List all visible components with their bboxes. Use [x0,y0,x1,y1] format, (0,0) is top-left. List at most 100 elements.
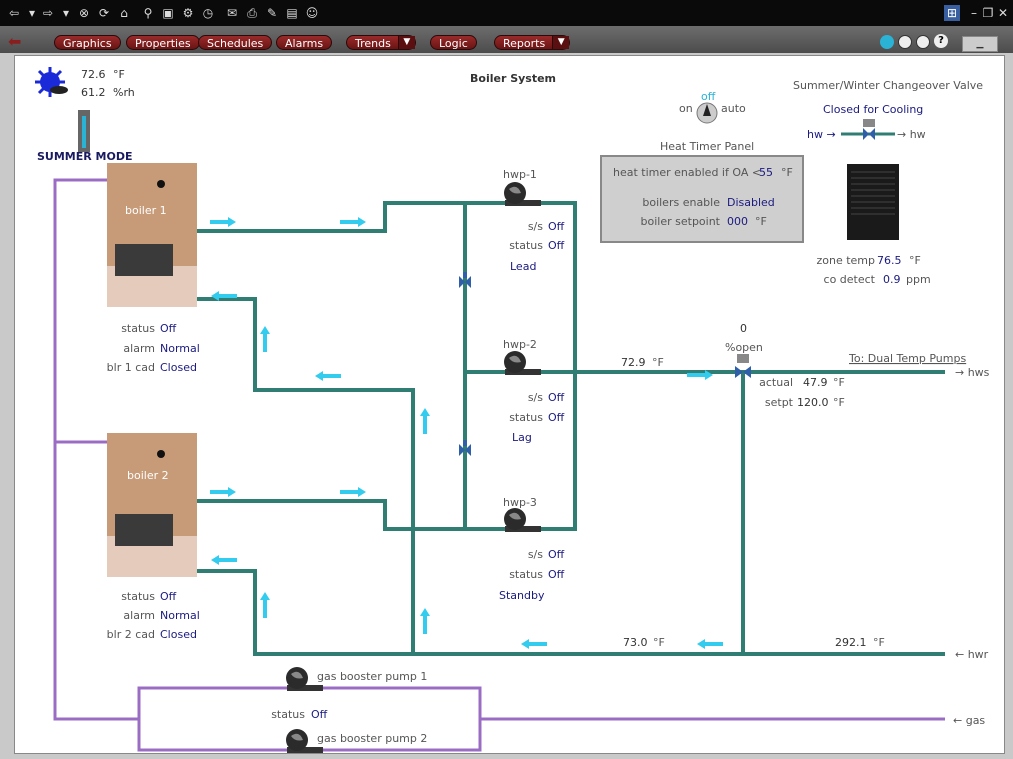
boiler-1-alarm-value: Normal [160,342,200,355]
pump-2-status-label: status [509,411,543,424]
switch-state-label: off [701,90,716,103]
messenger-icon[interactable]: ☺ [304,5,320,21]
trends-button[interactable]: Trends ▼ [346,35,416,50]
logic-button[interactable]: Logic [430,35,477,50]
back-arrow-icon[interactable]: ⬅ [8,34,21,50]
forward-icon[interactable]: ⇨ [40,5,56,21]
outside-temp-value: 72.6 [81,68,106,81]
hot-water-pipes [195,201,945,656]
restore-icon[interactable]: ❐ [980,5,996,21]
graphics-button[interactable]: Graphics [54,35,121,50]
supply-temp-unit: °F [652,356,664,369]
co-detect-label: co detect [824,273,876,286]
boiler-1-cad-label: blr 1 cad [107,361,155,374]
reports-button[interactable]: Reports ▼ [494,35,571,50]
heat-timer-enabled-unit: °F [781,166,793,179]
gas-pump-2-label: gas booster pump 2 [317,732,427,745]
dropdown-icon[interactable]: ▾ [58,5,74,21]
return-temp2-unit: °F [873,636,885,649]
navigation-bar: ⬅ Graphics Properties Schedules Alarms T… [0,26,1013,53]
mix-valve-actual-value: 47.9 [803,376,828,389]
pump-3-ss-value: Off [548,548,565,561]
pump-1-name: hwp-1 [503,168,537,181]
pump-hwp-3[interactable] [504,508,541,532]
print-icon[interactable]: ⎙ [244,5,260,21]
pump-3-ss-label: s/s [528,548,543,561]
search-icon[interactable]: ⚲ [140,5,156,21]
chevron-down-icon[interactable]: ▼ [397,36,415,49]
switch-on-label: on [679,102,693,115]
pump-hwp-1[interactable] [504,182,541,206]
properties-button[interactable]: Properties [126,35,200,50]
mix-valve-setpt-label: setpt [765,396,794,409]
pump-1-role: Lead [510,260,536,273]
boiler-2-cad-label: blr 2 cad [107,628,155,641]
dropdown-icon[interactable]: ▾ [24,5,40,21]
home-icon[interactable]: ⌂ [116,5,132,21]
print-icon[interactable] [898,35,912,49]
boiler-2-status-value: Off [160,590,177,603]
zone-temp-value: 76.5 [877,254,902,267]
outside-rh-unit: %rh [113,86,135,99]
alarms-button[interactable]: Alarms [276,35,333,50]
pump-hwp-2[interactable] [504,351,541,375]
heat-timer-enabled-label: heat timer enabled if OA < [613,166,761,179]
pump-2-name: hwp-2 [503,338,537,351]
mix-valve-open-label: %open [725,341,763,354]
hws-label: → hws [955,366,990,379]
boiler-2-status-label: status [121,590,155,603]
boiler-2-cad-value: Closed [160,628,197,641]
pump-1-status-label: status [509,239,543,252]
mix-valve-actual-unit: °F [833,376,845,389]
boiler-2[interactable]: boiler 2 [107,433,197,577]
heat-timer-switch[interactable] [696,102,718,124]
boiler-1-status-value: Off [160,322,177,335]
boiler-setpoint-value[interactable]: 000 [727,215,748,228]
gas-pump-status-label: status [271,708,305,721]
boiler-1[interactable]: boiler 1 [107,163,197,307]
changeover-title: Summer/Winter Changeover Valve [793,79,983,92]
settings-icon[interactable] [916,35,930,49]
boiler-setpoint-label: boiler setpoint [641,215,721,228]
back-icon[interactable]: ⇦ [6,5,22,21]
history-icon[interactable]: ◷ [200,5,216,21]
window-toolbar: ⇦ ▾ ⇨ ▾ ⊗ ⟳ ⌂ ⚲ ▣ ⚙ ◷ ✉ ⎙ ✎ ▤ ☺ ⊞ – ❐ ✕ [0,0,1013,26]
edit-icon[interactable]: ✎ [264,5,280,21]
boilers-enable-value[interactable]: Disabled [727,196,775,209]
mail-icon[interactable]: ✉ [224,5,240,21]
media-icon[interactable]: ⚙ [180,5,196,21]
alarm-status-icon[interactable] [880,35,894,49]
pump-3-role: Standby [499,589,545,602]
menu-dropdown[interactable]: ▁ [962,36,998,52]
favorites-icon[interactable]: ▣ [160,5,176,21]
pump-2-role: Lag [512,431,532,444]
stop-icon[interactable]: ⊗ [76,5,92,21]
mix-valve-setpt-value: 120.0 [797,396,829,409]
outside-rh-value: 61.2 [81,86,106,99]
document-icon[interactable]: ▤ [284,5,300,21]
page-title: Boiler System [470,72,556,85]
boiler-1-cad-value: Closed [160,361,197,374]
mix-valve-actual-label: actual [759,376,793,389]
close-icon[interactable]: ✕ [995,5,1011,21]
pump-3-status-label: status [509,568,543,581]
boiler-1-status-label: status [121,322,155,335]
heat-timer-enabled-value[interactable]: 55 [759,166,773,179]
refresh-icon[interactable]: ⟳ [96,5,112,21]
outside-temp-unit: °F [113,68,125,81]
season-mode-label: SUMMER MODE [37,150,133,163]
pump-2-status-value: Off [548,411,565,424]
boiler-2-alarm-label: alarm [123,609,155,622]
help-icon[interactable]: ? [934,34,948,48]
gas-pump-1-label: gas booster pump 1 [317,670,427,683]
schedules-button[interactable]: Schedules [198,35,273,50]
boiler-diagram: 72.6 °F 61.2 %rh SUMMER MODE Boiler Syst… [35,67,990,753]
boilers-enable-label: boilers enable [642,196,720,209]
dual-temp-pumps-link[interactable]: To: Dual Temp Pumps [848,352,966,365]
changeover-status: Closed for Cooling [823,103,923,116]
gas-pump-status-value: Off [311,708,328,721]
co-detect-unit: ppm [906,273,931,286]
changeover-valve[interactable] [863,119,875,140]
supply-temp-value: 72.9 [621,356,646,369]
chevron-down-icon[interactable]: ▼ [552,36,570,49]
